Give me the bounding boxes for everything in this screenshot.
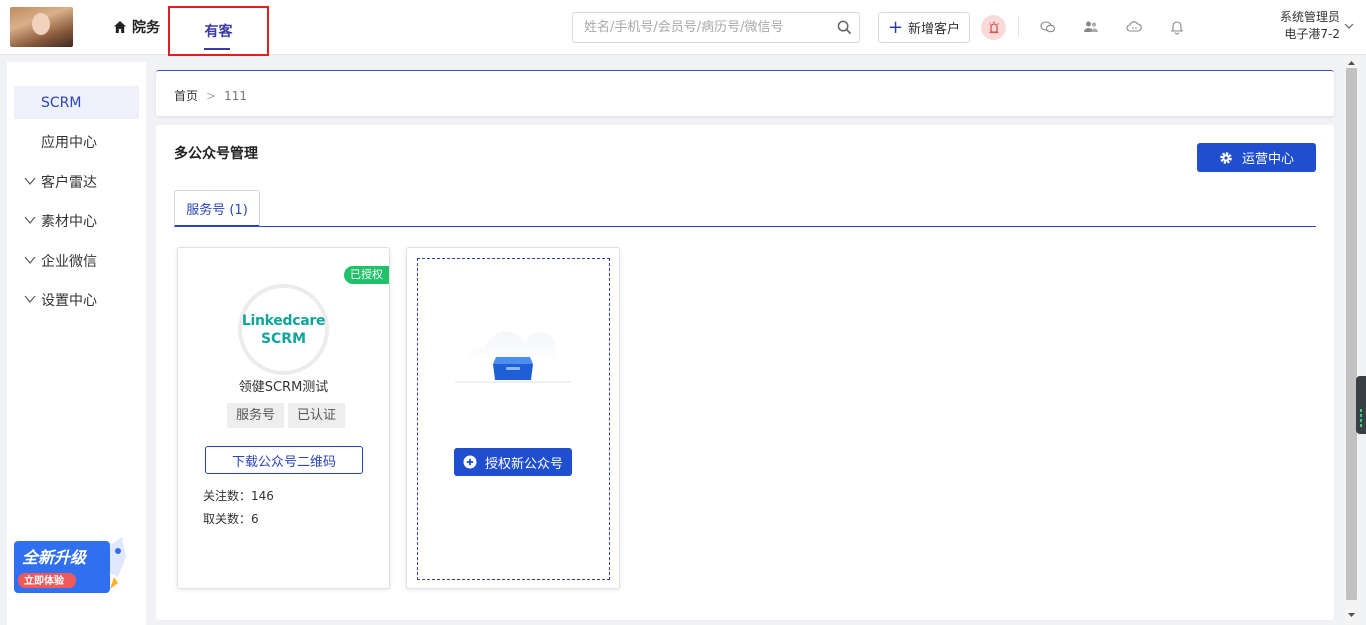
add-customer-label: 新增客户 xyxy=(908,22,961,37)
download-qrcode-button[interactable]: 下载公众号二维码 xyxy=(205,446,363,474)
sidebar-item-app-center[interactable]: 应用中心 xyxy=(14,125,139,158)
account-card: 已授权 Linkedcare SCRM 领健SCRM测试 服务号 已认证 下载公… xyxy=(177,247,390,589)
dashed-dropzone xyxy=(417,258,610,580)
sidebar-item-enterprise-wechat[interactable]: 企业微信 xyxy=(14,244,139,277)
avatar[interactable] xyxy=(10,7,73,47)
cloud-icon[interactable] xyxy=(1126,19,1142,35)
user-menu[interactable]: 系统管理员 电子港7-2 xyxy=(1280,9,1340,43)
alarm-icon[interactable] xyxy=(981,15,1006,40)
breadcrumb-separator: > xyxy=(206,89,217,103)
sidebar-item-scrm[interactable]: SCRM xyxy=(14,86,139,119)
user-role: 系统管理员 xyxy=(1279,10,1340,24)
side-panel-handle[interactable] xyxy=(1356,376,1366,434)
nav-youke[interactable]: 有客 xyxy=(168,6,269,56)
plus-icon: + xyxy=(887,16,904,38)
bell-icon[interactable] xyxy=(1169,19,1185,35)
sidebar-item-label: 设置中心 xyxy=(41,292,97,309)
scroll-up-arrow-icon[interactable] xyxy=(1346,58,1357,68)
verified-tag: 已认证 xyxy=(288,403,346,428)
authorize-new-account-button[interactable]: 授权新公众号 xyxy=(454,448,572,476)
sidebar: SCRM 应用中心 客户雷达 素材中心 企业微信 设置中心 全新升级 立即体验 xyxy=(7,62,146,625)
operations-center-button[interactable]: 运营中心 xyxy=(1197,143,1316,172)
toolbar-divider xyxy=(1018,17,1019,37)
search-icon[interactable] xyxy=(837,20,852,35)
gear-icon xyxy=(1220,151,1232,164)
add-customer-button[interactable]: + 新增客户 xyxy=(878,12,970,43)
sidebar-item-settings-center[interactable]: 设置中心 xyxy=(14,283,139,316)
tabs-divider xyxy=(174,226,1316,227)
promo-subtitle: 立即体验 xyxy=(24,574,65,587)
followers-value: 146 xyxy=(251,489,274,503)
search-input[interactable] xyxy=(573,13,823,42)
scroll-down-arrow-icon[interactable] xyxy=(1346,610,1357,620)
account-logo: Linkedcare SCRM xyxy=(238,284,329,375)
empty-box-illustration xyxy=(455,331,571,383)
sidebar-item-label: 应用中心 xyxy=(41,134,97,151)
sidebar-item-label: 客户雷达 xyxy=(41,174,97,191)
user-branch: 电子港7-2 xyxy=(1284,27,1340,41)
sidebar-item-label: SCRM xyxy=(41,94,82,111)
chevron-down-icon[interactable] xyxy=(1344,21,1354,31)
breadcrumb-home[interactable]: 首页 xyxy=(174,89,198,103)
account-tags: 服务号 已认证 xyxy=(227,403,346,428)
chevron-down-icon xyxy=(24,256,36,264)
logo-product-text: SCRM xyxy=(260,330,307,347)
logo-brand-text: Linkedcare xyxy=(241,312,326,329)
top-bar: 院务 有客 + 新增客户 系统管理员 电子港7-2 xyxy=(0,0,1366,56)
scrollbar-thumb[interactable] xyxy=(1346,68,1357,600)
active-underline xyxy=(204,48,230,50)
breadcrumb-card: 首页 >111 xyxy=(156,70,1334,116)
account-name: 领健SCRM测试 xyxy=(238,380,329,395)
sidebar-item-material-center[interactable]: 素材中心 xyxy=(14,204,139,237)
add-account-card: 授权新公众号 xyxy=(406,247,620,589)
authorize-new-account-label: 授权新公众号 xyxy=(484,456,563,472)
breadcrumb: 首页 >111 xyxy=(174,87,247,104)
account-type-tag: 服务号 xyxy=(227,403,285,428)
upgrade-promo-banner[interactable]: 全新升级 立即体验 xyxy=(14,533,129,595)
group-icon[interactable] xyxy=(1083,19,1099,35)
operations-center-label: 运营中心 xyxy=(1241,152,1294,167)
sidebar-item-label: 素材中心 xyxy=(41,213,97,230)
sidebar-item-label: 企业微信 xyxy=(41,253,97,270)
chevron-down-icon xyxy=(24,216,36,224)
unfollows-value: 6 xyxy=(251,512,259,526)
plus-circle-icon xyxy=(463,455,477,469)
unfollows-stat: 取关数：6 xyxy=(203,510,259,527)
breadcrumb-current: 111 xyxy=(224,89,247,103)
nav-home-label: 院务 xyxy=(132,20,160,36)
page-title: 多公众号管理 xyxy=(174,146,258,162)
chevron-down-icon xyxy=(24,295,36,303)
followers-stat: 关注数：146 xyxy=(203,487,274,504)
wechat-icon[interactable] xyxy=(1040,19,1056,35)
chevron-down-icon xyxy=(24,177,36,185)
unfollows-label: 取关数： xyxy=(203,512,252,526)
sidebar-item-customer-radar[interactable]: 客户雷达 xyxy=(14,165,139,198)
authorized-badge: 已授权 xyxy=(344,266,389,284)
nav-youke-label: 有客 xyxy=(204,24,233,40)
search-box xyxy=(572,12,860,43)
home-icon xyxy=(114,21,126,33)
nav-home[interactable]: 院务 xyxy=(113,0,160,54)
promo-title: 全新升级 xyxy=(22,548,88,567)
followers-label: 关注数： xyxy=(203,489,252,503)
main-panel: 多公众号管理 运营中心 服务号 (1) 已授权 Linkedcare SCRM … xyxy=(156,125,1334,620)
tab-service-account[interactable]: 服务号 (1) xyxy=(174,190,260,227)
